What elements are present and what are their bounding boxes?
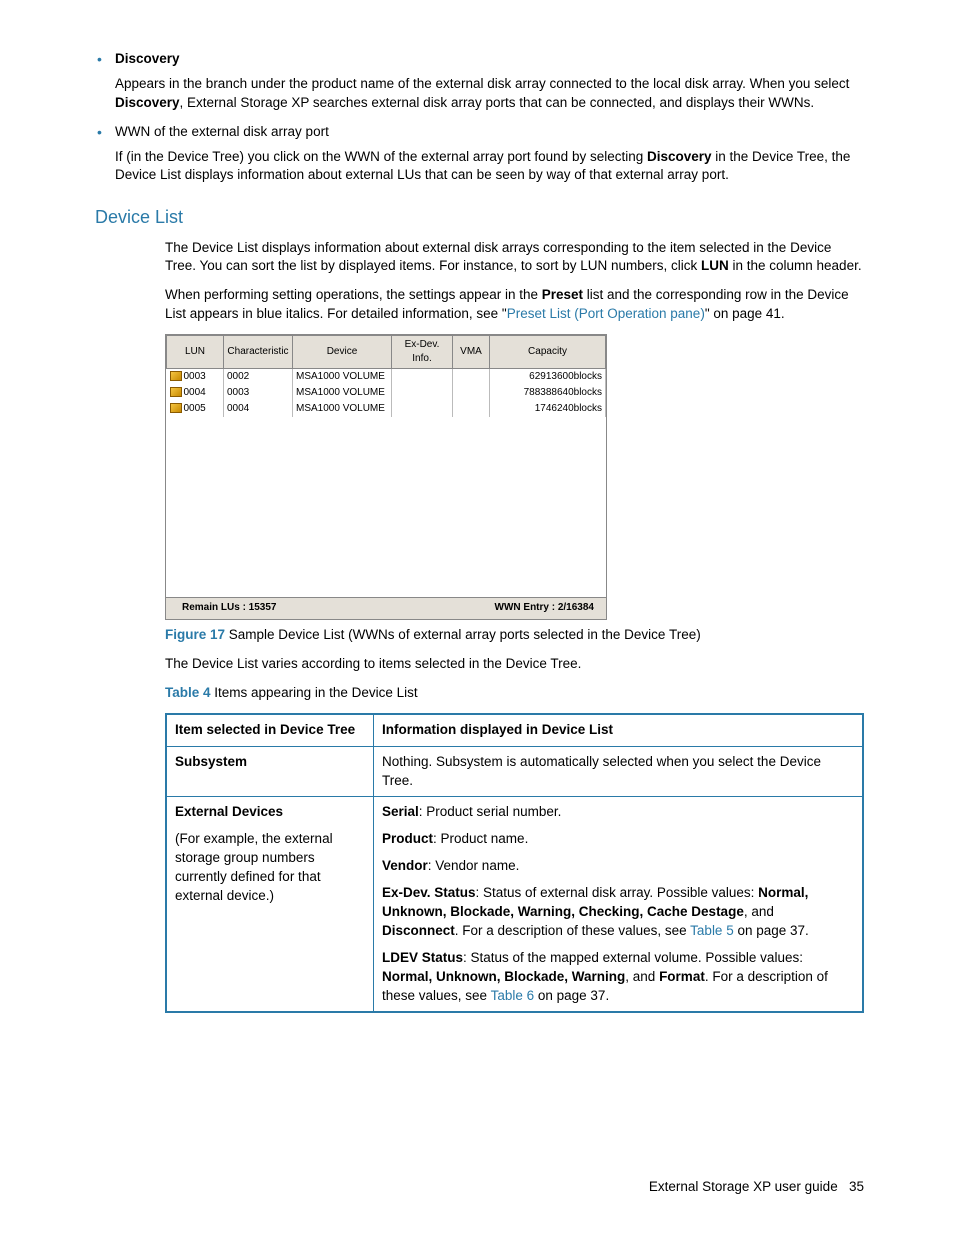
- device-list-empty-area: [166, 417, 606, 597]
- bullet-wwn: WWN of the external disk array port If (…: [95, 123, 864, 186]
- table4-h2: Information displayed in Device List: [374, 714, 864, 746]
- device-list-footer: Remain LUs : 15357 WWN Entry : 2/16384: [166, 597, 606, 619]
- device-list-figure: LUN Characteristic Device Ex-Dev. Info. …: [165, 334, 607, 620]
- cell-subsystem: Subsystem: [166, 746, 374, 797]
- page-footer: External Storage XP user guide 35: [649, 1178, 864, 1197]
- link-preset-list[interactable]: Preset List (Port Operation pane): [507, 306, 705, 321]
- bullet-list: Discovery Appears in the branch under th…: [95, 50, 864, 185]
- para-device-list-1: The Device List displays information abo…: [165, 239, 864, 277]
- table-row[interactable]: 00050004MSA1000 VOLUME1746240blocks: [167, 401, 606, 417]
- table-4: Item selected in Device Tree Information…: [165, 713, 864, 1014]
- table-row: Subsystem Nothing. Subsystem is automati…: [166, 746, 863, 797]
- table4-h1: Item selected in Device Tree: [166, 714, 374, 746]
- volume-icon: [170, 371, 182, 381]
- col-exdev[interactable]: Ex-Dev. Info.: [392, 336, 453, 369]
- para-device-list-2: When performing setting operations, the …: [165, 286, 864, 324]
- bullet-wwn-label: WWN of the external disk array port: [115, 124, 329, 139]
- figure-17-caption: Figure 17 Sample Device List (WWNs of ex…: [165, 626, 864, 645]
- footer-remain-lus: Remain LUs : 15357: [182, 601, 277, 615]
- table-row[interactable]: 00030002MSA1000 VOLUME62913600blocks: [167, 369, 606, 386]
- col-capacity[interactable]: Capacity: [490, 336, 606, 369]
- discovery-desc: Appears in the branch under the product …: [115, 75, 864, 113]
- wwn-desc: If (in the Device Tree) you click on the…: [115, 148, 864, 186]
- page-number: 35: [849, 1179, 864, 1194]
- bullet-discovery-label: Discovery: [115, 51, 180, 66]
- volume-icon: [170, 387, 182, 397]
- cell-external-devices-info: Serial: Product serial number. Product: …: [374, 797, 864, 1013]
- para-device-list-3: The Device List varies according to item…: [165, 655, 864, 674]
- cell-external-devices: External Devices (For example, the exter…: [166, 797, 374, 1013]
- footer-wwn-entry: WWN Entry : 2/16384: [495, 601, 594, 615]
- table-4-caption: Table 4 Items appearing in the Device Li…: [165, 684, 864, 703]
- link-table-5[interactable]: Table 5: [690, 923, 734, 938]
- table-row: External Devices (For example, the exter…: [166, 797, 863, 1013]
- col-device[interactable]: Device: [293, 336, 392, 369]
- table-row[interactable]: 00040003MSA1000 VOLUME788388640blocks: [167, 385, 606, 401]
- col-characteristic[interactable]: Characteristic: [224, 336, 293, 369]
- device-list-table: LUN Characteristic Device Ex-Dev. Info. …: [166, 335, 606, 417]
- heading-device-list: Device List: [95, 205, 864, 230]
- link-table-6[interactable]: Table 6: [491, 988, 535, 1003]
- cell-subsystem-info: Nothing. Subsystem is automatically sele…: [374, 746, 864, 797]
- bullet-discovery: Discovery Appears in the branch under th…: [95, 50, 864, 113]
- col-vma[interactable]: VMA: [453, 336, 490, 369]
- col-lun[interactable]: LUN: [167, 336, 224, 369]
- volume-icon: [170, 403, 182, 413]
